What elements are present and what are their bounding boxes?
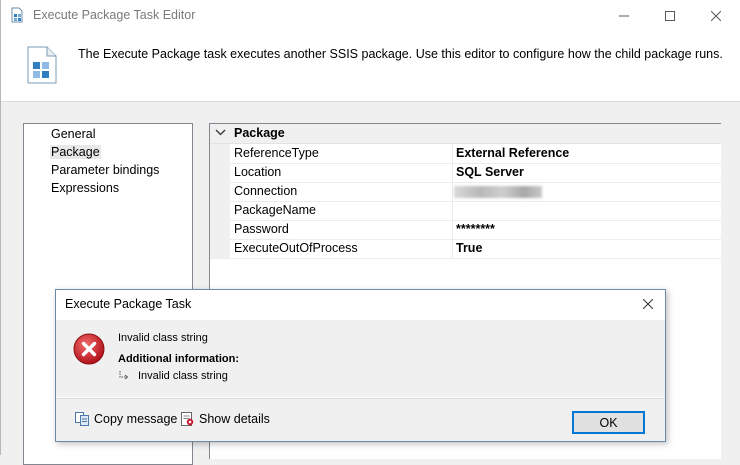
property-value[interactable]: SQL Server	[456, 165, 524, 179]
property-value[interactable]: External Reference	[456, 146, 569, 160]
property-row-packagename[interactable]: PackageName	[210, 201, 721, 221]
editor-header: The Execute Package task executes anothe…	[1, 31, 740, 102]
close-button[interactable]	[693, 0, 739, 31]
error-dialog: Execute Package Task Invalid class strin…	[55, 289, 666, 442]
property-row-password[interactable]: Password ********	[210, 220, 721, 240]
property-category-package[interactable]: Package	[210, 124, 721, 144]
property-name: Password	[234, 222, 289, 236]
category-label: Package	[234, 126, 285, 140]
additional-information-label: Additional information:	[118, 353, 239, 365]
header-description: The Execute Package task executes anothe…	[78, 47, 723, 61]
show-details-label: Show details	[199, 412, 270, 426]
copy-message-button[interactable]: Copy message	[74, 411, 177, 427]
property-name: ExecuteOutOfProcess	[234, 241, 358, 255]
property-row-executeoutofprocess[interactable]: ExecuteOutOfProcess True	[210, 239, 721, 259]
nav-item-parameter-bindings[interactable]: Parameter bindings	[50, 163, 160, 177]
redacted-connection-value[interactable]	[454, 186, 542, 198]
error-message: Invalid class string	[118, 332, 208, 344]
copy-icon	[75, 412, 89, 426]
property-row-location[interactable]: Location SQL Server	[210, 163, 721, 183]
show-details-button[interactable]: Show details	[179, 411, 270, 427]
property-value[interactable]: True	[456, 241, 482, 255]
title-bar: Execute Package Task Editor	[1, 0, 740, 31]
dialog-close-button[interactable]	[639, 295, 657, 313]
property-name: Connection	[234, 184, 298, 198]
execute-package-task-editor-window: Execute Package Task Editor The Execute …	[0, 0, 740, 465]
nav-item-general[interactable]: General	[50, 127, 96, 141]
dialog-footer: Copy message Show details OK	[56, 398, 665, 441]
nav-item-package[interactable]: Package	[50, 145, 101, 159]
arrow-right-icon	[119, 371, 129, 380]
minimize-button[interactable]	[601, 0, 647, 31]
details-icon	[181, 412, 194, 426]
property-name: Location	[234, 165, 282, 179]
nav-item-expressions[interactable]: Expressions	[50, 181, 120, 195]
window-title: Execute Package Task Editor	[33, 8, 196, 22]
property-row-referencetype[interactable]: ReferenceType External Reference	[210, 144, 721, 164]
inner-error-message: Invalid class string	[138, 370, 228, 382]
maximize-icon	[665, 10, 675, 21]
chevron-down-icon[interactable]	[215, 127, 226, 138]
package-icon	[11, 7, 23, 23]
package-icon	[27, 46, 57, 84]
dialog-title: Execute Package Task	[65, 297, 192, 311]
minimize-icon	[619, 15, 629, 16]
error-icon	[73, 333, 105, 365]
close-icon	[711, 10, 721, 21]
maximize-button[interactable]	[647, 0, 693, 31]
property-name: PackageName	[234, 203, 316, 217]
copy-message-label: Copy message	[94, 412, 178, 426]
property-row-connection[interactable]: Connection	[210, 182, 721, 202]
property-value[interactable]: ********	[456, 222, 495, 236]
property-name: ReferenceType	[234, 146, 319, 160]
close-icon	[643, 299, 653, 309]
dialog-body: Invalid class string Additional informat…	[56, 320, 665, 397]
ok-button[interactable]: OK	[572, 411, 645, 434]
